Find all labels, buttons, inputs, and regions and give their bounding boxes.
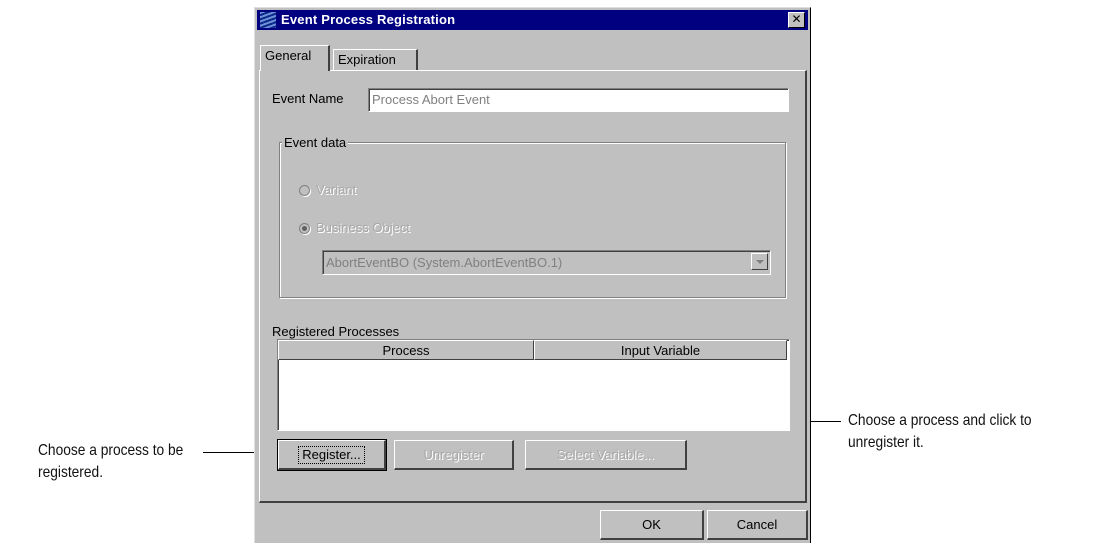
business-object-radio-label: Business Object [316, 220, 410, 235]
event-name-value: Process Abort Event [372, 92, 490, 107]
variant-radio[interactable] [299, 185, 310, 196]
column-header-input-variable-label: Input Variable [620, 343, 701, 358]
event-name-field[interactable]: Process Abort Event [368, 88, 789, 112]
annotation-right-line1: Choose a process and click to [848, 412, 1032, 429]
cancel-button[interactable]: Cancel [707, 510, 808, 540]
tab-general-label: General [265, 48, 312, 63]
business-object-radio[interactable] [299, 223, 310, 234]
register-button[interactable]: Register... [277, 439, 387, 471]
cancel-button-label: Cancel [736, 517, 778, 532]
chevron-down-icon[interactable] [751, 253, 768, 270]
column-header-process-label: Process [382, 343, 430, 358]
event-name-label: Event Name [272, 91, 344, 106]
select-variable-button[interactable]: Select Variable... [525, 440, 687, 470]
tab-expiration[interactable]: Expiration [333, 49, 418, 71]
variant-radio-label: Variant [316, 182, 357, 197]
radio-selected-dot [302, 226, 307, 231]
unregister-button-label: Unregister [423, 447, 484, 462]
general-tab-panel: Event Name Process Abort Event Event dat… [259, 70, 807, 503]
close-icon: ✕ [791, 12, 802, 26]
app-icon [260, 12, 276, 28]
registered-processes-label: Registered Processes [272, 324, 400, 339]
select-variable-button-label: Select Variable... [556, 447, 655, 462]
column-header-process[interactable]: Process [278, 340, 534, 360]
business-object-combo[interactable]: AbortEventBO (System.AbortEventBO.1) [322, 250, 771, 275]
annotation-left-line1: Choose a process to be [38, 442, 184, 459]
business-object-combo-value: AbortEventBO (System.AbortEventBO.1) [326, 255, 563, 270]
annotation-left: Choose a process to be registered. [38, 440, 244, 484]
annotation-left-line2: registered. [38, 464, 104, 481]
tab-general[interactable]: General [260, 45, 330, 71]
column-header-input-variable[interactable]: Input Variable [534, 340, 787, 360]
annotation-right: Choose a process and click to unregister… [848, 410, 1080, 454]
event-process-registration-dialog: Event Process Registration ✕ General Exp… [254, 7, 811, 543]
close-button[interactable]: ✕ [788, 12, 805, 28]
title-bar[interactable]: Event Process Registration ✕ [257, 10, 808, 30]
event-data-legend: Event data [282, 135, 349, 150]
register-button-label: Register... [298, 446, 365, 464]
registered-processes-table[interactable]: Process Input Variable [277, 339, 790, 431]
ok-button-label: OK [642, 517, 661, 532]
tab-expiration-label: Expiration [338, 52, 396, 67]
ok-button[interactable]: OK [600, 510, 704, 540]
window-title: Event Process Registration [281, 12, 456, 27]
annotation-right-line2: unregister it. [848, 434, 924, 451]
unregister-button[interactable]: Unregister [394, 440, 514, 470]
